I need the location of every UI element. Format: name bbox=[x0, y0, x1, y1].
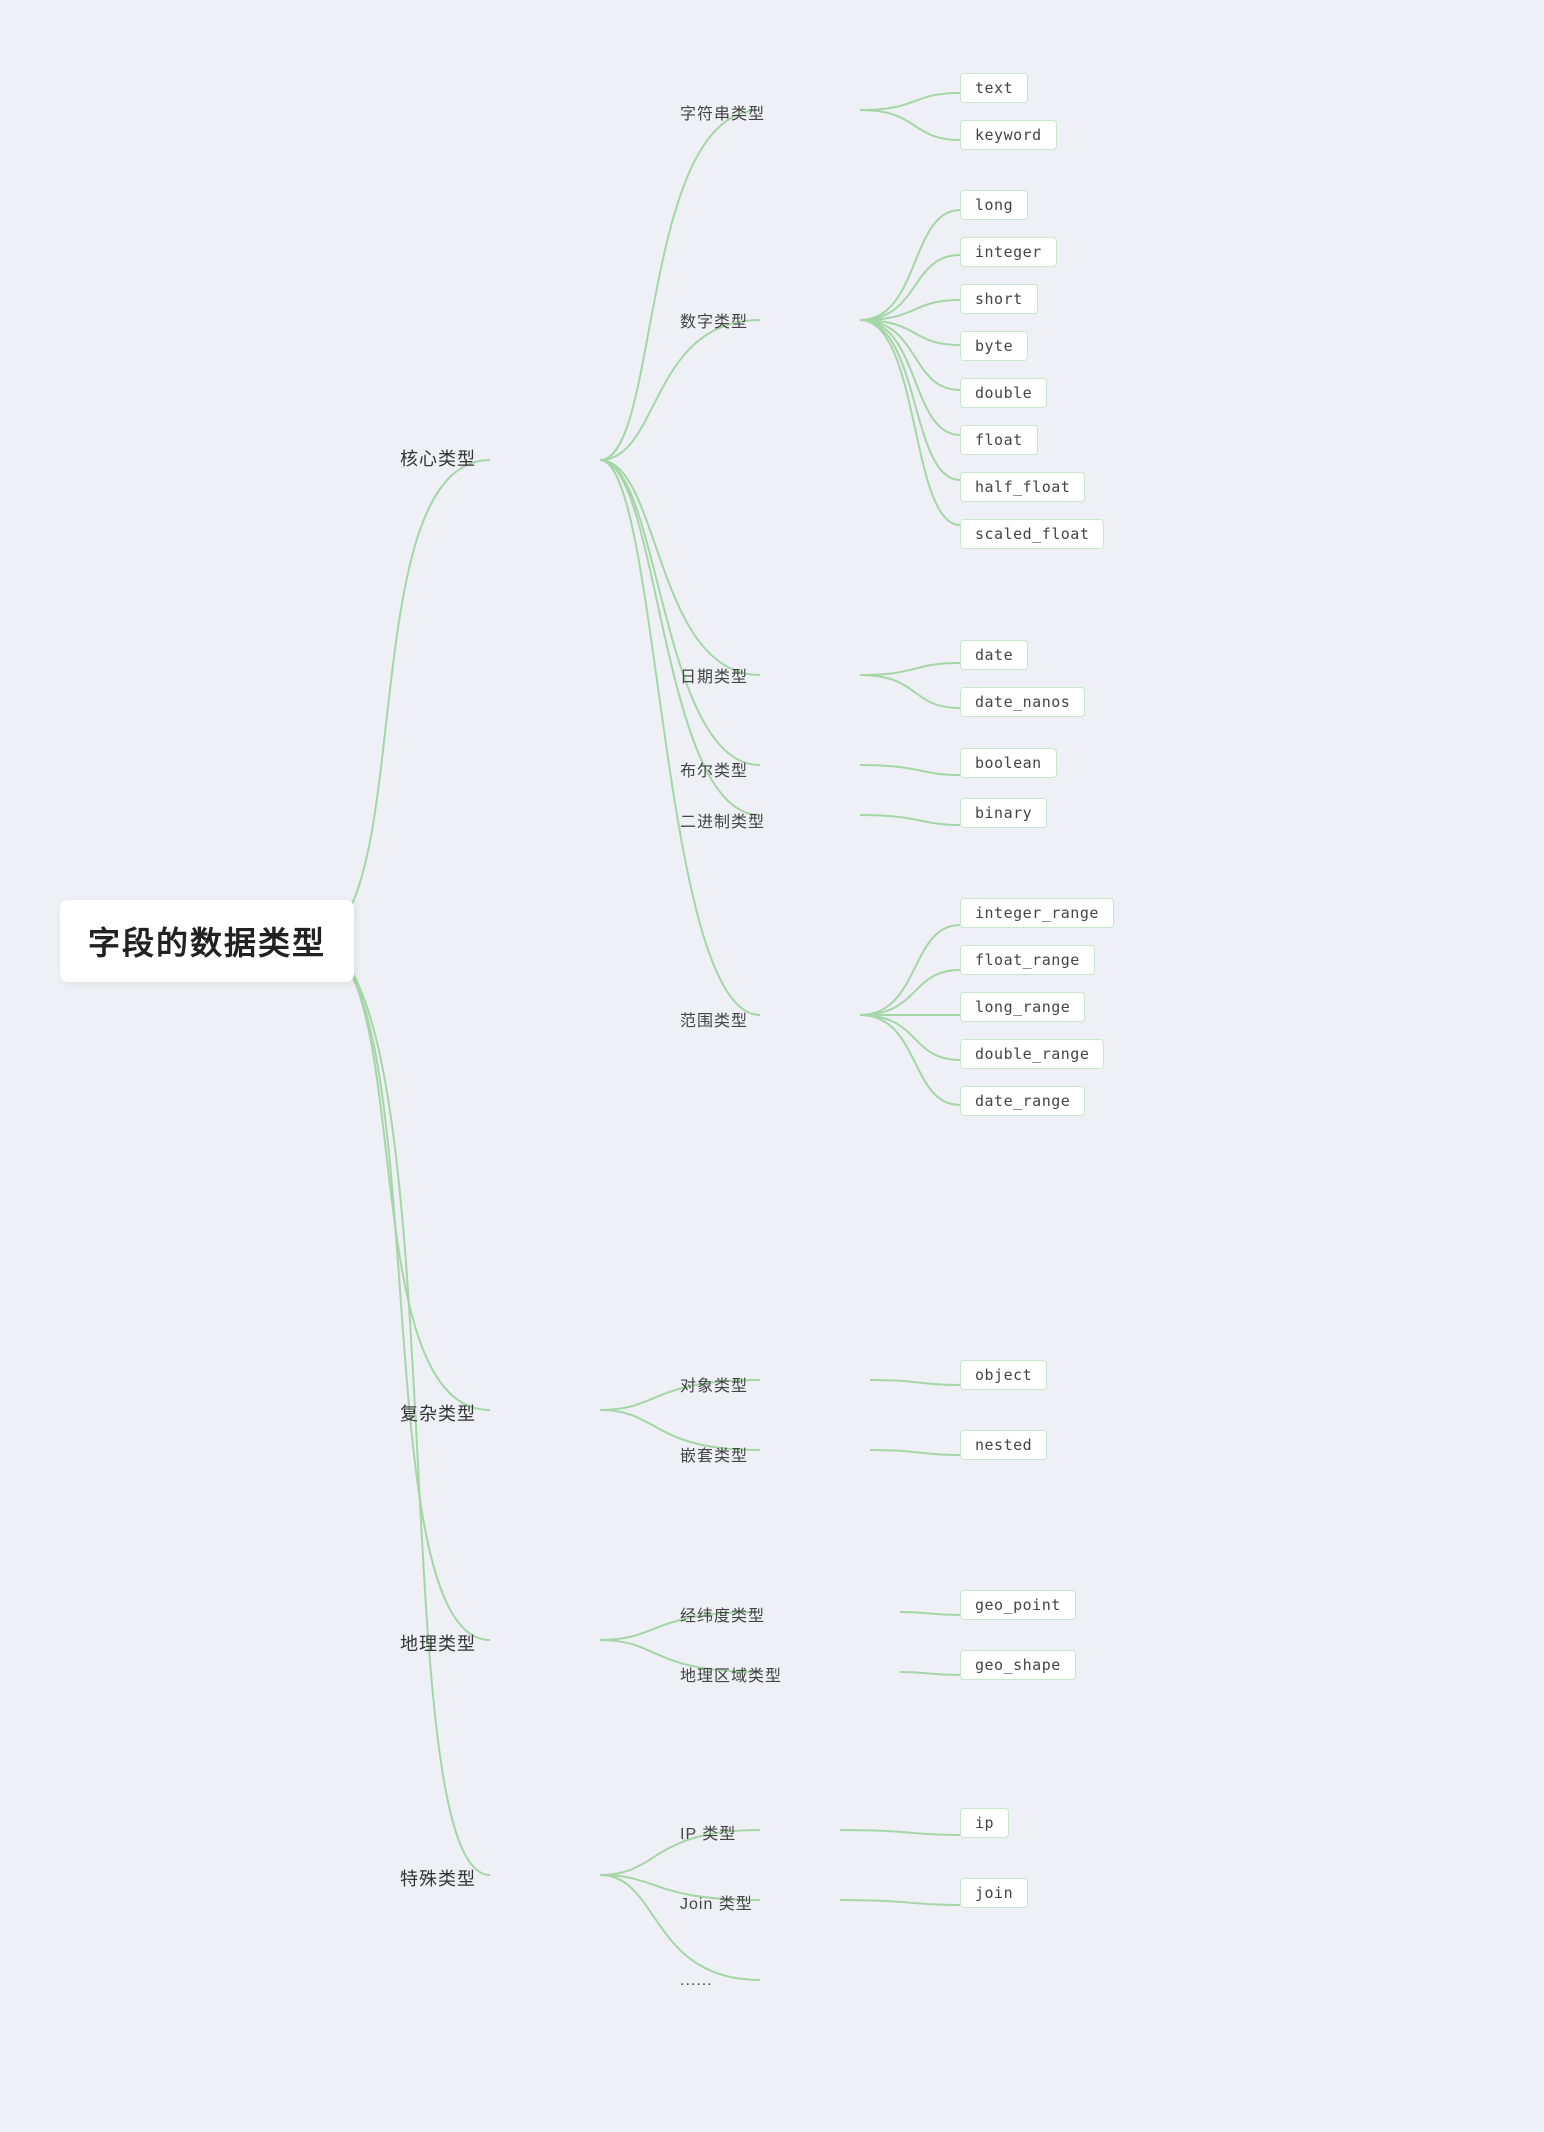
leaf-ip: ip bbox=[960, 1808, 1009, 1838]
leaf-date-nanos: date_nanos bbox=[960, 687, 1085, 717]
category-complex: 复杂类型 bbox=[400, 1400, 476, 1426]
leaf-text: text bbox=[960, 73, 1028, 103]
leaf-date: date bbox=[960, 640, 1028, 670]
subcat-ip: IP 类型 bbox=[680, 1820, 736, 1844]
leaf-join: join bbox=[960, 1878, 1028, 1908]
subcat-date: 日期类型 bbox=[680, 663, 748, 687]
subcat-geoshape: 地理区域类型 bbox=[680, 1662, 782, 1686]
root-label: 字段的数据类型 bbox=[88, 925, 326, 961]
leaf-long-range: long_range bbox=[960, 992, 1085, 1022]
subcat-more: ...... bbox=[680, 1972, 713, 1990]
root-node: 字段的数据类型 bbox=[60, 900, 354, 982]
leaf-nested: nested bbox=[960, 1430, 1047, 1460]
leaf-scaled-float: scaled_float bbox=[960, 519, 1104, 549]
subcat-range: 范围类型 bbox=[680, 1007, 748, 1031]
leaf-keyword: keyword bbox=[960, 120, 1057, 150]
leaf-half-float: half_float bbox=[960, 472, 1085, 502]
leaf-binary: binary bbox=[960, 798, 1047, 828]
leaf-geo-shape: geo_shape bbox=[960, 1650, 1076, 1680]
leaf-date-range: date_range bbox=[960, 1086, 1085, 1116]
leaf-integer: integer bbox=[960, 237, 1057, 267]
leaf-integer-range: integer_range bbox=[960, 898, 1114, 928]
leaf-byte: byte bbox=[960, 331, 1028, 361]
subcat-join: Join 类型 bbox=[680, 1890, 753, 1914]
leaf-float: float bbox=[960, 425, 1038, 455]
leaf-geo-point: geo_point bbox=[960, 1590, 1076, 1620]
leaf-object: object bbox=[960, 1360, 1047, 1390]
subcat-geopoint: 经纬度类型 bbox=[680, 1602, 765, 1626]
leaf-short: short bbox=[960, 284, 1038, 314]
subcat-binary: 二进制类型 bbox=[680, 808, 765, 832]
category-core: 核心类型 bbox=[400, 445, 476, 471]
leaf-double-range: double_range bbox=[960, 1039, 1104, 1069]
subcat-string: 字符串类型 bbox=[680, 100, 765, 124]
connector-lines bbox=[0, 0, 1544, 2132]
leaf-boolean: boolean bbox=[960, 748, 1057, 778]
mind-map: 字段的数据类型 核心类型 复杂类型 地理类型 特殊类型 字符串类型 数字类型 日… bbox=[0, 0, 1544, 2132]
subcat-object: 对象类型 bbox=[680, 1372, 748, 1396]
subcat-nested: 嵌套类型 bbox=[680, 1442, 748, 1466]
category-special: 特殊类型 bbox=[400, 1865, 476, 1891]
leaf-float-range: float_range bbox=[960, 945, 1095, 975]
leaf-long: long bbox=[960, 190, 1028, 220]
category-geo: 地理类型 bbox=[400, 1630, 476, 1656]
subcat-number: 数字类型 bbox=[680, 308, 748, 332]
subcat-bool: 布尔类型 bbox=[680, 757, 748, 781]
leaf-double: double bbox=[960, 378, 1047, 408]
